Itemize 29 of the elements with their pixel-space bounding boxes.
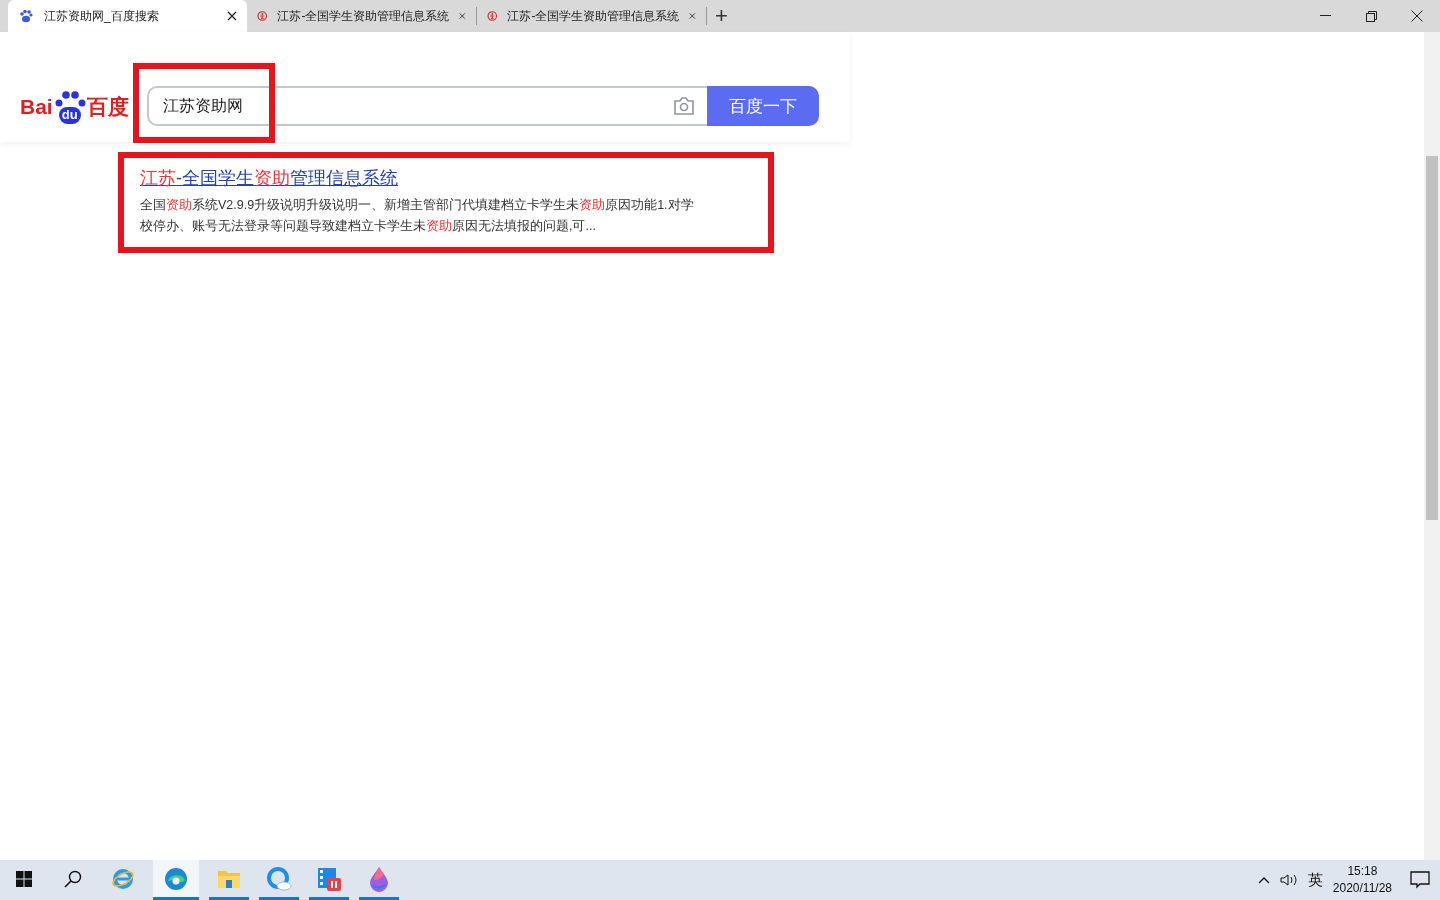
browser-tab[interactable]: 江苏-全国学生资助管理信息系统: [477, 7, 707, 25]
input-method-indicator[interactable]: 英: [1307, 870, 1323, 890]
emblem-icon: [487, 8, 498, 24]
browser-e-icon[interactable]: [111, 866, 135, 891]
new-tab-button[interactable]: +: [707, 0, 736, 32]
search-button[interactable]: 百度一下: [706, 86, 819, 126]
paw-icon: [18, 8, 34, 24]
camera-icon[interactable]: [672, 97, 695, 115]
search-field[interactable]: 江苏资助网: [146, 86, 707, 126]
result-snippet: 全国资助系统V2.9.9升级说明升级说明一、新增主管部门代填建档立卡学生未资助原因功能1.对学校停办、账号无法登录等问题导致建档立卡学生未资助原因无法填报的问题,可...: [140, 197, 695, 235]
browser-tab[interactable]: 江苏-全国学生资助管理信息系统: [247, 7, 477, 25]
drop-icon[interactable]: [368, 865, 390, 892]
scrollbar[interactable]: [1424, 32, 1440, 860]
search-icon[interactable]: [64, 869, 82, 888]
speaker-icon[interactable]: [1279, 873, 1298, 887]
chevron-up-icon[interactable]: [1257, 876, 1270, 884]
restore-icon[interactable]: [1365, 10, 1377, 22]
cloud-circle-icon[interactable]: [266, 865, 292, 892]
browser-wave-icon[interactable]: [164, 866, 188, 891]
notification-icon[interactable]: [1410, 871, 1430, 889]
windows-icon[interactable]: [16, 870, 32, 887]
clock[interactable]: 15:18 2020/11/28: [1332, 863, 1392, 897]
minimize-icon[interactable]: [1319, 15, 1331, 17]
close-icon[interactable]: [227, 11, 237, 21]
close-icon[interactable]: [1411, 10, 1423, 22]
film-pause-icon[interactable]: [316, 865, 342, 892]
emblem-icon: [257, 8, 268, 24]
browser-tab[interactable]: 江苏资助网_百度搜索: [8, 0, 247, 32]
logo[interactable]: Bai du 百度: [20, 90, 129, 124]
